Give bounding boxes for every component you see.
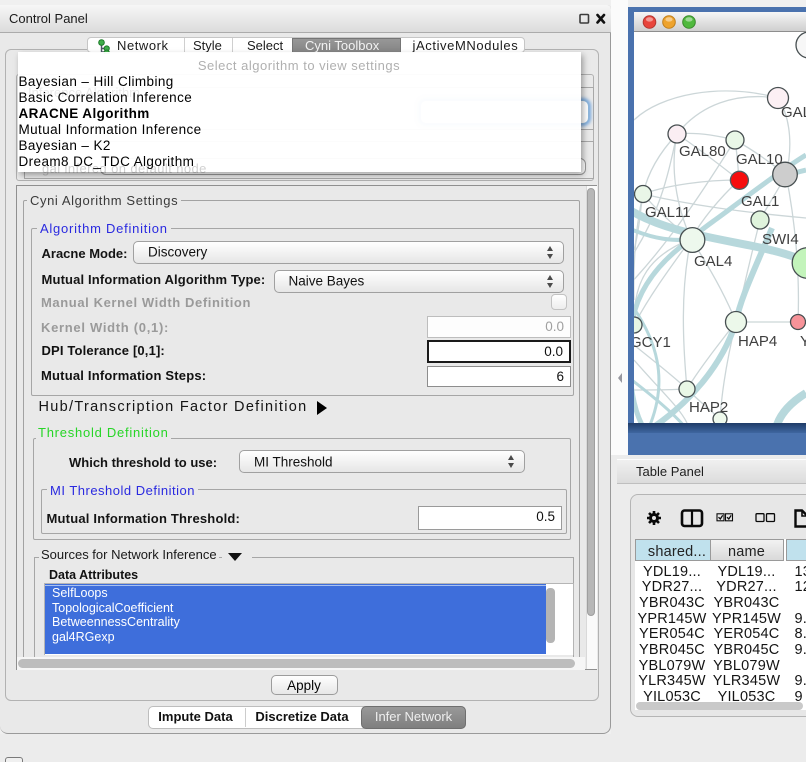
svg-text:GAL11: GAL11 [645, 204, 691, 221]
svg-text:SWI4: SWI4 [762, 231, 799, 248]
svg-text:HAP4: HAP4 [738, 333, 777, 350]
svg-text:GAL7: GAL7 [781, 104, 806, 121]
svg-text:HAP2: HAP2 [689, 399, 728, 416]
svg-text:GAL10: GAL10 [736, 151, 783, 168]
svg-text:Y: Y [800, 333, 806, 350]
svg-text:GAL80: GAL80 [679, 143, 726, 160]
svg-text:GAL4: GAL4 [694, 253, 732, 270]
svg-text:GAL1: GAL1 [741, 193, 779, 210]
svg-text:GCY1: GCY1 [634, 334, 671, 351]
